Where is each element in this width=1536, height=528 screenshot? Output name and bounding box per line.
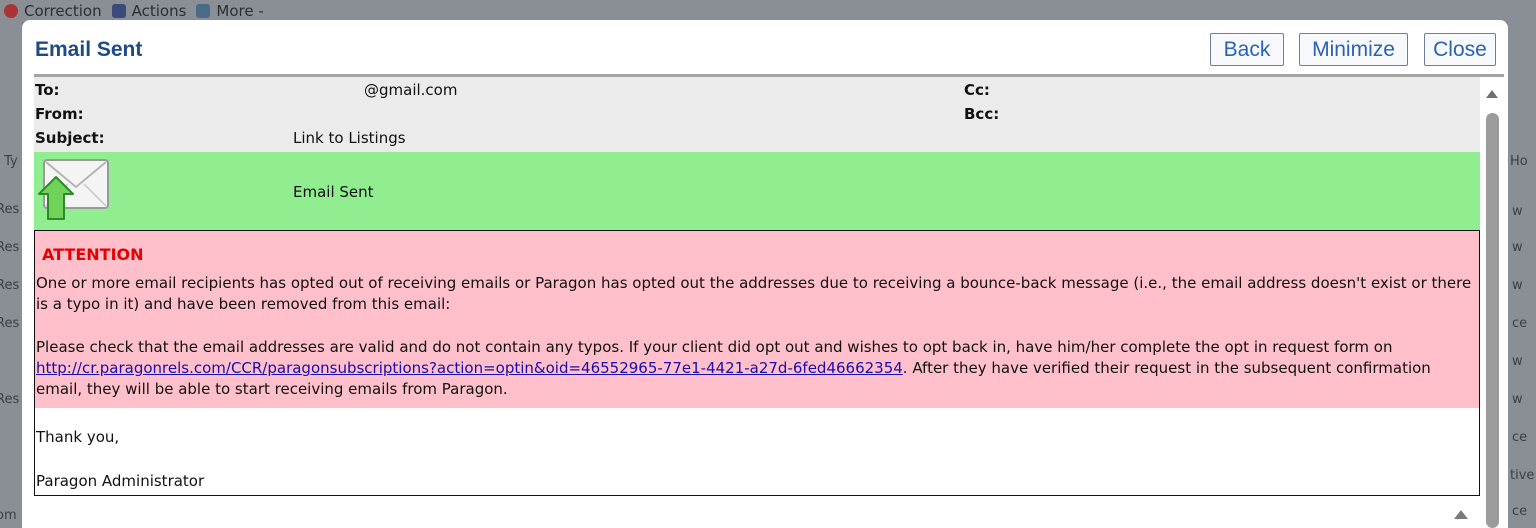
email-sent-dialog: Email Sent Back Minimize Close To: @gmai… bbox=[22, 20, 1508, 528]
bg-toolbar-more: More - bbox=[196, 2, 264, 20]
background-right-column: Ho w w w ce w w ce tive ce bbox=[1508, 22, 1536, 528]
background-left-column: o Ty Res Res Res Res Res om bbox=[0, 22, 22, 528]
optin-request-link[interactable]: http://cr.paragonrels.com/CCR/paragonsub… bbox=[36, 359, 903, 377]
email-sent-status: Email Sent bbox=[34, 152, 1480, 230]
status-text: Email Sent bbox=[293, 183, 374, 201]
to-label: To: bbox=[35, 81, 60, 99]
back-button[interactable]: Back bbox=[1210, 33, 1284, 66]
attention-title: ATTENTION bbox=[42, 245, 144, 264]
from-label: From: bbox=[35, 105, 84, 123]
background-toolbar: Correction Actions More - bbox=[0, 0, 1536, 22]
to-value: @gmail.com bbox=[364, 81, 458, 99]
scroll-to-top-arrow[interactable] bbox=[1454, 510, 1468, 519]
minimize-button[interactable]: Minimize bbox=[1299, 33, 1408, 66]
subject-label: Subject: bbox=[35, 129, 105, 147]
signature-text: Paragon Administrator bbox=[36, 472, 205, 490]
attention-paragraph-opt-out: One or more email recipients has opted o… bbox=[36, 274, 1472, 313]
bg-toolbar-correction: Correction bbox=[4, 2, 102, 20]
cc-label: Cc: bbox=[964, 81, 990, 99]
scroll-up-arrow[interactable] bbox=[1486, 90, 1498, 98]
subject-value: Link to Listings bbox=[293, 129, 406, 147]
scrollbar-thumb[interactable] bbox=[1486, 113, 1499, 528]
thank-you-text: Thank you, bbox=[36, 428, 120, 446]
close-button[interactable]: Close bbox=[1424, 33, 1496, 66]
bg-toolbar-actions: Actions bbox=[111, 2, 186, 20]
bcc-label: Bcc: bbox=[964, 105, 1000, 123]
attention-paragraph-instructions: Please check that the email addresses ar… bbox=[36, 338, 1431, 398]
actions-icon bbox=[111, 4, 126, 18]
correction-icon bbox=[4, 4, 18, 18]
more-icon bbox=[196, 4, 211, 18]
email-header: To: @gmail.com From: Subject: Link to Li… bbox=[34, 77, 1480, 152]
attention-notice: ATTENTION One or more email recipients h… bbox=[34, 230, 1480, 408]
closing-block: Thank you, Paragon Administrator bbox=[34, 408, 1480, 496]
envelope-sent-icon bbox=[38, 159, 109, 220]
dialog-title: Email Sent bbox=[35, 38, 143, 61]
